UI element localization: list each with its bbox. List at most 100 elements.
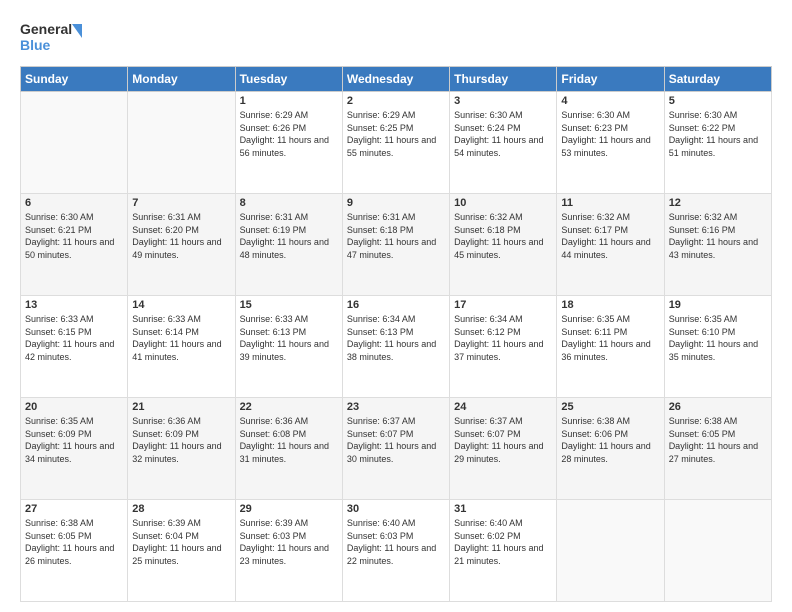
calendar-cell: 8 Sunrise: 6:31 AMSunset: 6:19 PMDaylight… <box>235 194 342 296</box>
page: GeneralBlue SundayMondayTuesdayWednesday… <box>0 0 792 612</box>
day-info: Sunrise: 6:37 AMSunset: 6:07 PMDaylight:… <box>454 415 552 465</box>
calendar-cell <box>21 92 128 194</box>
calendar-cell: 30 Sunrise: 6:40 AMSunset: 6:03 PMDayligh… <box>342 500 449 602</box>
day-info: Sunrise: 6:33 AMSunset: 6:13 PMDaylight:… <box>240 313 338 363</box>
calendar-cell: 1 Sunrise: 6:29 AMSunset: 6:26 PMDaylight… <box>235 92 342 194</box>
day-number: 14 <box>132 299 230 311</box>
day-number: 5 <box>669 95 767 107</box>
calendar-cell <box>664 500 771 602</box>
day-info: Sunrise: 6:35 AMSunset: 6:09 PMDaylight:… <box>25 415 123 465</box>
calendar-cell: 19 Sunrise: 6:35 AMSunset: 6:10 PMDayligh… <box>664 296 771 398</box>
day-info: Sunrise: 6:34 AMSunset: 6:12 PMDaylight:… <box>454 313 552 363</box>
calendar-week-4: 20Sunrise: 6:35 AMSunset: 6:09 PMDayligh… <box>21 398 772 500</box>
calendar-cell: 17Sunrise: 6:34 AMSunset: 6:12 PMDayligh… <box>450 296 557 398</box>
calendar-cell: 26 Sunrise: 6:38 AMSunset: 6:05 PMDayligh… <box>664 398 771 500</box>
day-info: Sunrise: 6:32 AMSunset: 6:18 PMDaylight:… <box>454 211 552 261</box>
day-info: Sunrise: 6:31 AMSunset: 6:19 PMDaylight:… <box>240 211 338 261</box>
calendar-cell: 24 Sunrise: 6:37 AMSunset: 6:07 PMDayligh… <box>450 398 557 500</box>
day-number: 16 <box>347 299 445 311</box>
day-info: Sunrise: 6:29 AMSunset: 6:25 PMDaylight:… <box>347 109 445 159</box>
calendar-cell: 28 Sunrise: 6:39 AMSunset: 6:04 PMDayligh… <box>128 500 235 602</box>
calendar-cell: 6 Sunrise: 6:30 AMSunset: 6:21 PMDaylight… <box>21 194 128 296</box>
svg-text:General: General <box>20 21 72 37</box>
day-info: Sunrise: 6:30 AMSunset: 6:22 PMDaylight:… <box>669 109 767 159</box>
calendar-cell: 29 Sunrise: 6:39 AMSunset: 6:03 PMDayligh… <box>235 500 342 602</box>
day-number: 9 <box>347 197 445 209</box>
day-info: Sunrise: 6:38 AMSunset: 6:05 PMDaylight:… <box>25 517 123 567</box>
day-number: 1 <box>240 95 338 107</box>
day-number: 2 <box>347 95 445 107</box>
day-info: Sunrise: 6:34 AMSunset: 6:13 PMDaylight:… <box>347 313 445 363</box>
day-info: Sunrise: 6:30 AMSunset: 6:23 PMDaylight:… <box>561 109 659 159</box>
calendar-week-2: 6 Sunrise: 6:30 AMSunset: 6:21 PMDaylight… <box>21 194 772 296</box>
day-number: 24 <box>454 401 552 413</box>
calendar-cell: 2 Sunrise: 6:29 AMSunset: 6:25 PMDaylight… <box>342 92 449 194</box>
day-number: 29 <box>240 503 338 515</box>
day-info: Sunrise: 6:29 AMSunset: 6:26 PMDaylight:… <box>240 109 338 159</box>
weekday-header-monday: Monday <box>128 67 235 92</box>
day-number: 15 <box>240 299 338 311</box>
day-info: Sunrise: 6:32 AMSunset: 6:17 PMDaylight:… <box>561 211 659 261</box>
calendar-cell <box>128 92 235 194</box>
day-info: Sunrise: 6:31 AMSunset: 6:18 PMDaylight:… <box>347 211 445 261</box>
calendar-cell: 27 Sunrise: 6:38 AMSunset: 6:05 PMDayligh… <box>21 500 128 602</box>
day-number: 10 <box>454 197 552 209</box>
calendar-cell: 9 Sunrise: 6:31 AMSunset: 6:18 PMDaylight… <box>342 194 449 296</box>
calendar-table: SundayMondayTuesdayWednesdayThursdayFrid… <box>20 66 772 602</box>
calendar-week-3: 13 Sunrise: 6:33 AMSunset: 6:15 PMDayligh… <box>21 296 772 398</box>
calendar-cell: 7 Sunrise: 6:31 AMSunset: 6:20 PMDaylight… <box>128 194 235 296</box>
day-info: Sunrise: 6:30 AMSunset: 6:21 PMDaylight:… <box>25 211 123 261</box>
calendar-cell: 5 Sunrise: 6:30 AMSunset: 6:22 PMDaylight… <box>664 92 771 194</box>
day-number: 18 <box>561 299 659 311</box>
day-info: Sunrise: 6:33 AMSunset: 6:15 PMDaylight:… <box>25 313 123 363</box>
day-number: 11 <box>561 197 659 209</box>
day-info: Sunrise: 6:37 AMSunset: 6:07 PMDaylight:… <box>347 415 445 465</box>
calendar-cell: 3Sunrise: 6:30 AMSunset: 6:24 PMDaylight… <box>450 92 557 194</box>
day-info: Sunrise: 6:40 AMSunset: 6:03 PMDaylight:… <box>347 517 445 567</box>
calendar-cell: 20Sunrise: 6:35 AMSunset: 6:09 PMDayligh… <box>21 398 128 500</box>
day-info: Sunrise: 6:36 AMSunset: 6:08 PMDaylight:… <box>240 415 338 465</box>
calendar-cell <box>557 500 664 602</box>
calendar-cell: 21Sunrise: 6:36 AMSunset: 6:09 PMDayligh… <box>128 398 235 500</box>
calendar-cell: 4 Sunrise: 6:30 AMSunset: 6:23 PMDaylight… <box>557 92 664 194</box>
calendar-cell: 23 Sunrise: 6:37 AMSunset: 6:07 PMDayligh… <box>342 398 449 500</box>
day-number: 26 <box>669 401 767 413</box>
day-number: 19 <box>669 299 767 311</box>
day-number: 4 <box>561 95 659 107</box>
calendar-cell: 16 Sunrise: 6:34 AMSunset: 6:13 PMDayligh… <box>342 296 449 398</box>
weekday-header-friday: Friday <box>557 67 664 92</box>
day-number: 3 <box>454 95 552 107</box>
calendar-cell: 14Sunrise: 6:33 AMSunset: 6:14 PMDayligh… <box>128 296 235 398</box>
day-info: Sunrise: 6:32 AMSunset: 6:16 PMDaylight:… <box>669 211 767 261</box>
weekday-header-wednesday: Wednesday <box>342 67 449 92</box>
day-number: 8 <box>240 197 338 209</box>
weekday-header-tuesday: Tuesday <box>235 67 342 92</box>
day-info: Sunrise: 6:35 AMSunset: 6:11 PMDaylight:… <box>561 313 659 363</box>
day-number: 30 <box>347 503 445 515</box>
day-info: Sunrise: 6:31 AMSunset: 6:20 PMDaylight:… <box>132 211 230 261</box>
day-number: 6 <box>25 197 123 209</box>
logo-svg: GeneralBlue <box>20 16 90 56</box>
day-number: 13 <box>25 299 123 311</box>
calendar-cell: 13 Sunrise: 6:33 AMSunset: 6:15 PMDayligh… <box>21 296 128 398</box>
calendar-cell: 25Sunrise: 6:38 AMSunset: 6:06 PMDayligh… <box>557 398 664 500</box>
day-number: 23 <box>347 401 445 413</box>
calendar-cell: 31 Sunrise: 6:40 AMSunset: 6:02 PMDayligh… <box>450 500 557 602</box>
calendar-cell: 11 Sunrise: 6:32 AMSunset: 6:17 PMDayligh… <box>557 194 664 296</box>
calendar-cell: 10 Sunrise: 6:32 AMSunset: 6:18 PMDayligh… <box>450 194 557 296</box>
day-number: 28 <box>132 503 230 515</box>
day-number: 7 <box>132 197 230 209</box>
day-number: 27 <box>25 503 123 515</box>
day-info: Sunrise: 6:40 AMSunset: 6:02 PMDaylight:… <box>454 517 552 567</box>
day-number: 22 <box>240 401 338 413</box>
weekday-header-sunday: Sunday <box>21 67 128 92</box>
day-number: 31 <box>454 503 552 515</box>
day-info: Sunrise: 6:39 AMSunset: 6:03 PMDaylight:… <box>240 517 338 567</box>
calendar-cell: 12Sunrise: 6:32 AMSunset: 6:16 PMDayligh… <box>664 194 771 296</box>
day-info: Sunrise: 6:38 AMSunset: 6:05 PMDaylight:… <box>669 415 767 465</box>
calendar-week-1: 1 Sunrise: 6:29 AMSunset: 6:26 PMDaylight… <box>21 92 772 194</box>
day-info: Sunrise: 6:35 AMSunset: 6:10 PMDaylight:… <box>669 313 767 363</box>
calendar-body: 1 Sunrise: 6:29 AMSunset: 6:26 PMDaylight… <box>21 92 772 602</box>
day-info: Sunrise: 6:39 AMSunset: 6:04 PMDaylight:… <box>132 517 230 567</box>
weekday-header-thursday: Thursday <box>450 67 557 92</box>
